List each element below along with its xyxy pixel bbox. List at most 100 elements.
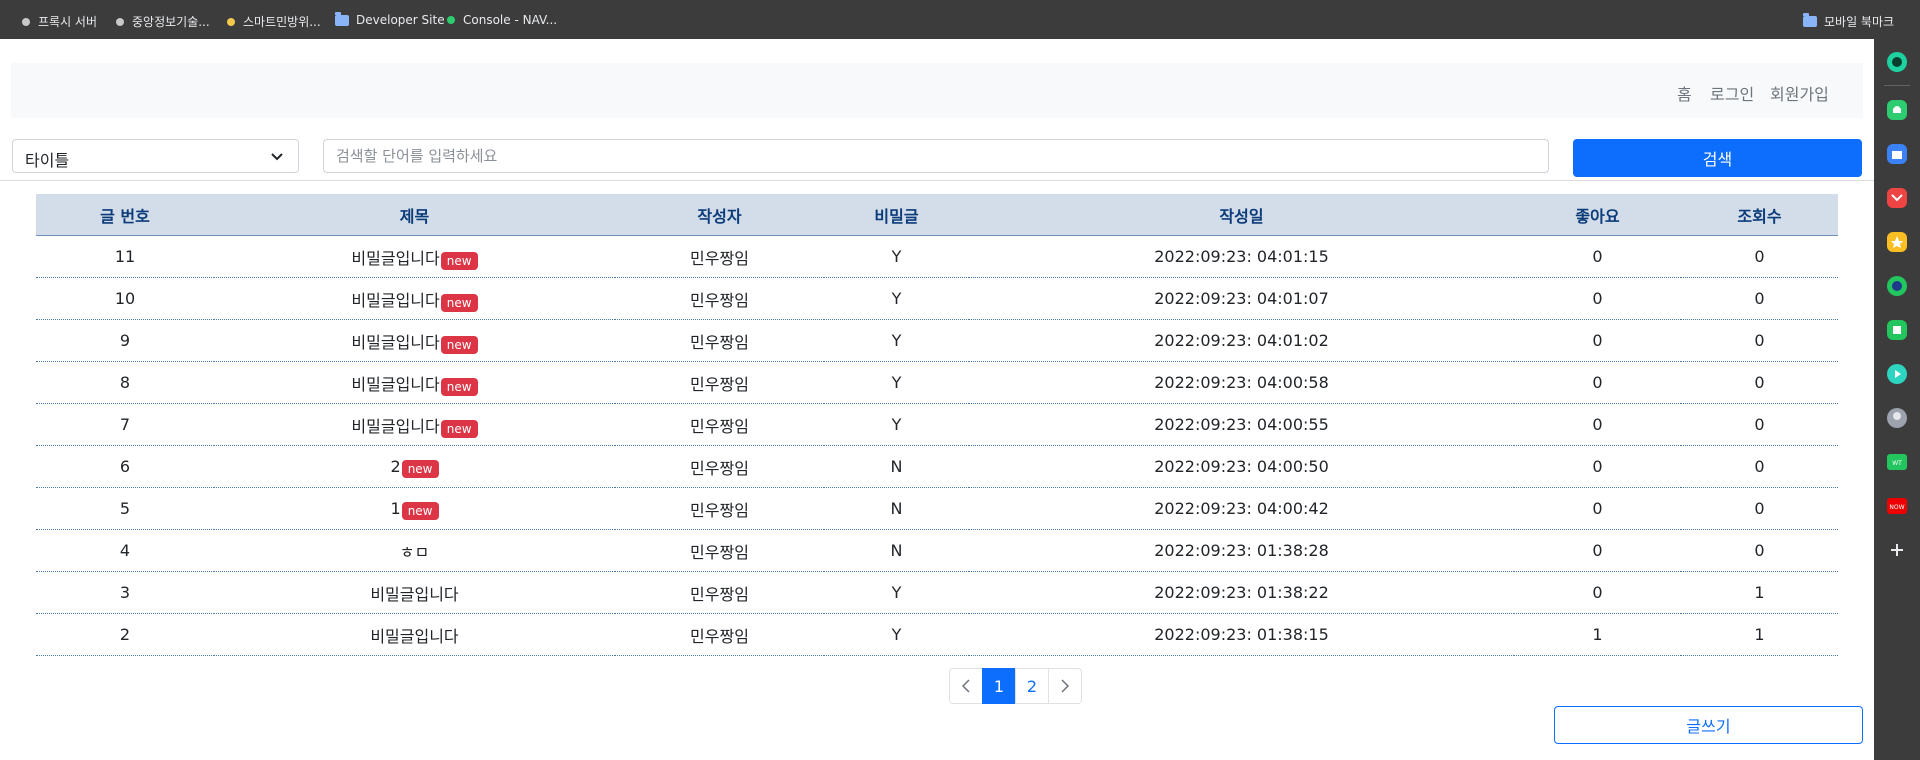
table-row[interactable]: 6 2 new 민우짱임 N 2022:09:23: 04:00:50 0 0: [36, 445, 1838, 488]
table-row[interactable]: 2 비밀글입니다 민우짱임 Y 2022:09:23: 01:38:15 1 1: [36, 613, 1838, 656]
cell-post-number-text: 11: [114, 247, 136, 266]
prev-page-button[interactable]: [949, 668, 983, 704]
table-row[interactable]: 8 비밀글입니다 new 민우짱임 Y 2022:09:23: 04:00:58 0 0: [36, 361, 1838, 404]
cell-secret-text: N: [890, 457, 903, 476]
board-table: 글 번호 제목 작성자 비밀글 작성일 좋아요 조회수 11 비밀글입니다 new 민…: [36, 194, 1838, 656]
cell-date: 2022:09:23: 04:00:50: [969, 445, 1514, 488]
search-input[interactable]: [323, 139, 1549, 173]
star-icon[interactable]: [1886, 231, 1908, 253]
cell-post-number: 10: [36, 277, 214, 320]
folder-icon: [335, 11, 349, 26]
cell-title[interactable]: ㅎㅁ: [214, 529, 615, 572]
cell-title-text: 2: [390, 457, 401, 476]
cell-views: 0: [1681, 235, 1838, 278]
cell-author: 민우짱임: [615, 571, 824, 614]
cell-post-number-text: 9: [119, 331, 131, 350]
write-post-button[interactable]: 글쓰기: [1554, 706, 1863, 744]
nav-home-link[interactable]: 홈: [1677, 81, 1692, 105]
cell-views-text: 1: [1754, 583, 1765, 602]
cell-date: 2022:09:23: 04:00:58: [969, 361, 1514, 404]
bookmark-console-naver[interactable]: Console - NAV...: [447, 13, 557, 27]
cell-title[interactable]: 비밀글입니다 new: [214, 361, 615, 404]
bookmark-label: Developer Site: [356, 13, 445, 27]
cell-date-text: 2022:09:23: 04:00:58: [1154, 373, 1329, 392]
edge-icon[interactable]: [1886, 275, 1908, 297]
cell-likes-text: 0: [1592, 583, 1603, 602]
add-icon[interactable]: [1886, 539, 1908, 561]
avatar-icon[interactable]: [1886, 407, 1908, 429]
cell-date: 2022:09:23: 01:38:22: [969, 571, 1514, 614]
cell-secret: Y: [824, 571, 969, 614]
webtoon-icon[interactable]: WT: [1886, 451, 1908, 473]
cell-views: 0: [1681, 487, 1838, 530]
cell-title[interactable]: 비밀글입니다: [214, 571, 615, 614]
page-1-button[interactable]: 1: [982, 668, 1016, 704]
cell-title-text: 비밀글입니다: [370, 584, 459, 604]
cell-title[interactable]: 비밀글입니다 new: [214, 277, 615, 320]
cell-author-text: 민우짱임: [690, 374, 749, 394]
briefcase-icon[interactable]: [1886, 143, 1908, 165]
cell-post-number: 8: [36, 361, 214, 404]
cell-title-text: 비밀글입니다: [351, 248, 440, 268]
next-page-button[interactable]: [1048, 668, 1082, 704]
table-header-row: 글 번호 제목 작성자 비밀글 작성일 좋아요 조회수: [36, 194, 1838, 236]
header-post-number: 글 번호: [36, 194, 214, 236]
cell-post-number: 2: [36, 613, 214, 656]
cell-author: 민우짱임: [615, 613, 824, 656]
page-2-button[interactable]: 2: [1015, 668, 1049, 704]
bookmark-mobile-folder[interactable]: 모바일 북마크: [1803, 13, 1894, 30]
header-date: 작성일: [969, 194, 1514, 236]
play-icon[interactable]: [1886, 363, 1908, 385]
cell-likes: 0: [1514, 319, 1681, 362]
square-icon[interactable]: [1886, 319, 1908, 341]
table-row[interactable]: 4 ㅎㅁ 민우짱임 N 2022:09:23: 01:38:28 0 0: [36, 529, 1838, 572]
cell-post-number: 4: [36, 529, 214, 572]
cell-author: 민우짱임: [615, 445, 824, 488]
cell-secret: Y: [824, 361, 969, 404]
cell-secret-text: Y: [891, 373, 902, 392]
bookmark-dot-icon: [116, 17, 124, 26]
cell-secret-text: Y: [891, 415, 902, 434]
search-button[interactable]: 검색: [1573, 139, 1862, 177]
cell-title-text: 비밀글입니다: [351, 374, 440, 394]
cell-secret: Y: [824, 403, 969, 446]
svg-text:WT: WT: [1892, 460, 1902, 467]
nav-login-link[interactable]: 로그인: [1710, 81, 1754, 105]
cell-date-text: 2022:09:23: 01:38:28: [1154, 541, 1329, 560]
table-row[interactable]: 9 비밀글입니다 new 민우짱임 Y 2022:09:23: 04:01:02 0 0: [36, 319, 1838, 362]
now-icon[interactable]: NOW: [1886, 495, 1908, 517]
cell-likes-text: 0: [1592, 373, 1603, 392]
bookmark-proxy[interactable]: 프록시 서버: [22, 13, 97, 30]
cell-title[interactable]: 비밀글입니다 new: [214, 403, 615, 446]
circle-icon[interactable]: [1886, 51, 1908, 73]
cell-author-text: 민우짱임: [690, 458, 749, 478]
table-row[interactable]: 10 비밀글입니다 new 민우짱임 Y 2022:09:23: 04:01:07 0 0: [36, 277, 1838, 320]
cell-title[interactable]: 비밀글입니다: [214, 613, 615, 656]
bookmark-developer-site[interactable]: Developer Site: [335, 11, 445, 27]
cell-title[interactable]: 비밀글입니다 new: [214, 319, 615, 362]
table-row[interactable]: 5 1 new 민우짱임 N 2022:09:23: 04:00:42 0 0: [36, 487, 1838, 530]
cell-secret: N: [824, 445, 969, 488]
table-row[interactable]: 3 비밀글입니다 민우짱임 Y 2022:09:23: 01:38:22 0 1: [36, 571, 1838, 614]
bookmark-smart-civil-defense[interactable]: 스마트민방위...: [227, 13, 321, 30]
new-badge: new: [440, 335, 478, 354]
bookmark-central-info[interactable]: 중앙정보기술...: [116, 13, 210, 30]
cell-title[interactable]: 1 new: [214, 487, 615, 530]
cell-post-number: 6: [36, 445, 214, 488]
cell-title[interactable]: 2 new: [214, 445, 615, 488]
cell-views-text: 0: [1754, 247, 1765, 266]
cell-post-number: 11: [36, 235, 214, 278]
cell-likes-text: 0: [1592, 331, 1603, 350]
table-row[interactable]: 7 비밀글입니다 new 민우짱임 Y 2022:09:23: 04:00:55 0 0: [36, 403, 1838, 446]
pocket-icon[interactable]: [1886, 187, 1908, 209]
cell-secret: Y: [824, 277, 969, 320]
cell-title[interactable]: 비밀글입니다 new: [214, 235, 615, 278]
cell-author: 민우짱임: [615, 487, 824, 530]
cell-likes-text: 0: [1592, 541, 1603, 560]
search-type-select[interactable]: 타이틀: [12, 139, 299, 173]
section-divider: [0, 180, 1874, 181]
cell-date: 2022:09:23: 01:38:28: [969, 529, 1514, 572]
bell-icon[interactable]: [1886, 99, 1908, 121]
nav-signup-link[interactable]: 회원가입: [1770, 81, 1829, 105]
table-row[interactable]: 11 비밀글입니다 new 민우짱임 Y 2022:09:23: 04:01:15 0 0: [36, 235, 1838, 278]
